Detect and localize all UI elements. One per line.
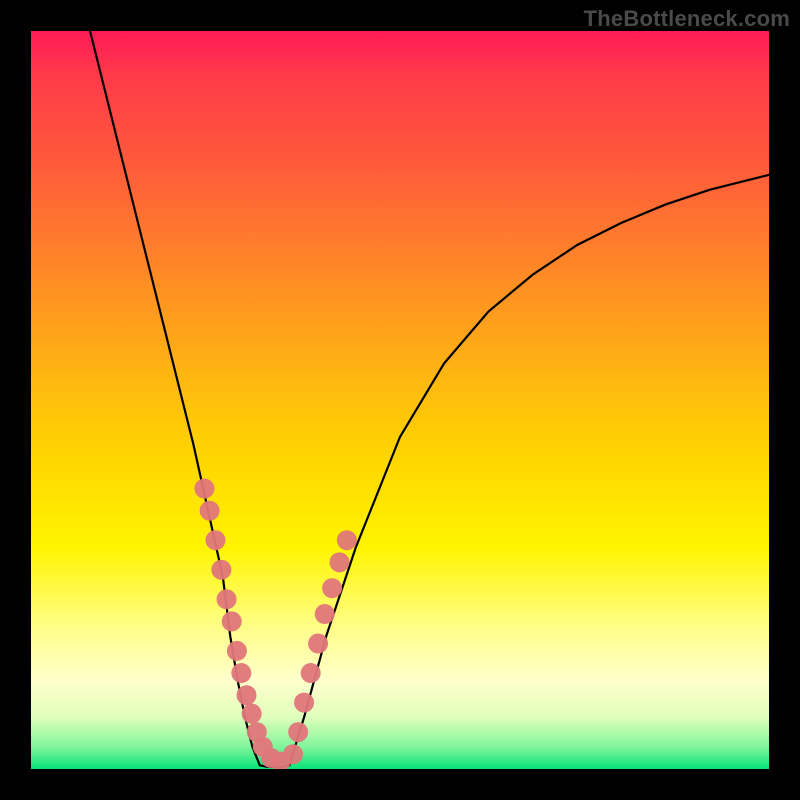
data-marker xyxy=(231,663,251,683)
watermark-label: TheBottleneck.com xyxy=(584,6,790,32)
data-marker xyxy=(308,634,328,654)
data-marker xyxy=(222,611,242,631)
data-marker xyxy=(200,501,220,521)
data-marker xyxy=(301,663,321,683)
data-marker xyxy=(237,685,257,705)
series-layer xyxy=(90,31,769,767)
data-marker xyxy=(217,589,237,609)
data-marker xyxy=(294,693,314,713)
data-marker xyxy=(288,722,308,742)
data-marker xyxy=(194,479,214,499)
chart-svg xyxy=(31,31,769,769)
marker-layer xyxy=(194,479,356,769)
data-marker xyxy=(206,530,226,550)
curve-right-branch xyxy=(289,175,769,765)
data-marker xyxy=(329,552,349,572)
data-marker xyxy=(211,560,231,580)
data-marker xyxy=(242,704,262,724)
chart-frame: TheBottleneck.com xyxy=(0,0,800,800)
data-marker xyxy=(337,530,357,550)
data-marker xyxy=(283,744,303,764)
data-marker xyxy=(227,641,247,661)
data-marker xyxy=(322,578,342,598)
data-marker xyxy=(315,604,335,624)
